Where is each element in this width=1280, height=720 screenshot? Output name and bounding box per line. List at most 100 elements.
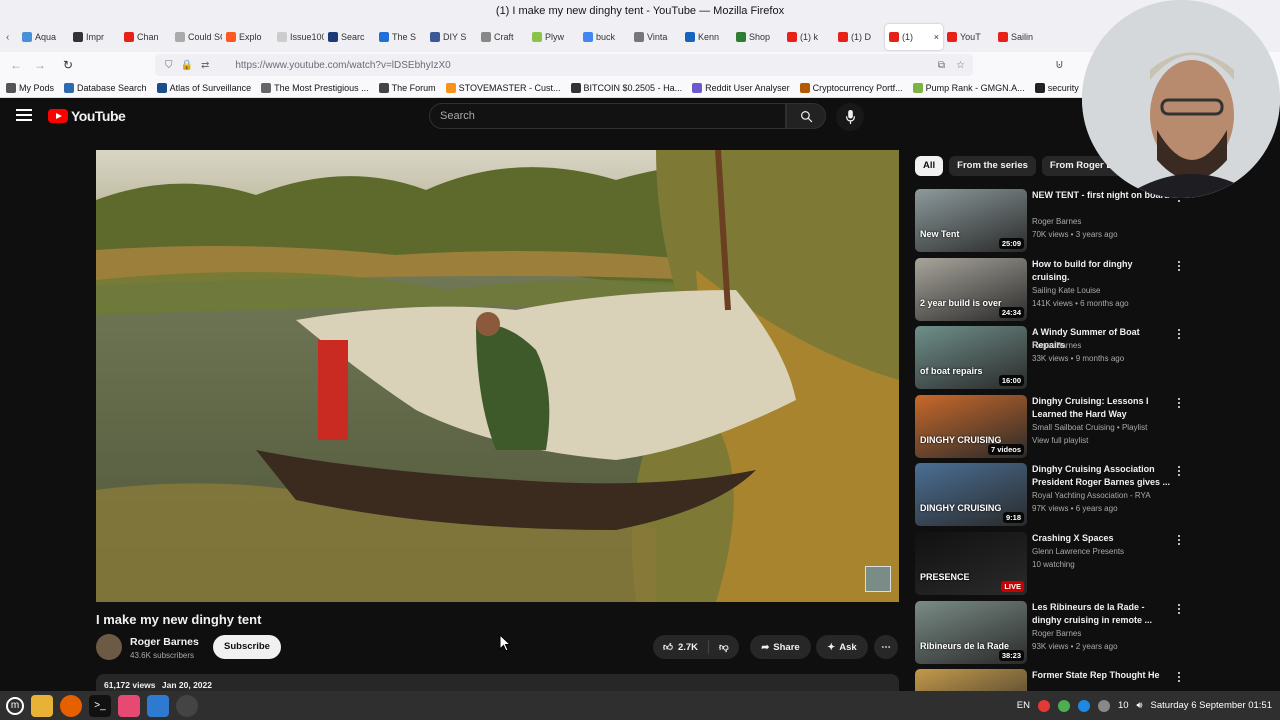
like-button[interactable]: 👍︎ 2.7K: [653, 640, 710, 654]
video-thumbnail[interactable]: PRESENCE LIVE: [915, 531, 1027, 595]
more-actions-button[interactable]: ⋯: [874, 635, 898, 659]
recommended-video[interactable]: of boat repairs 16:00 A Windy Summer of Bo…: [915, 326, 1185, 395]
bookmark-item[interactable]: security: [1034, 82, 1079, 93]
url-bar[interactable]: ⛉ 🔒 ⇄ https://www.youtube.com/watch?v=lD…: [155, 54, 973, 76]
dislike-button[interactable]: 👎︎: [709, 641, 739, 653]
text-editor-icon[interactable]: [147, 694, 169, 717]
recommended-video[interactable]: New Tent 25:09 NEW TENT - first night on b…: [915, 189, 1185, 258]
tray-chrome-icon[interactable]: [1057, 699, 1070, 712]
firefox-taskbar-icon[interactable]: [60, 694, 82, 717]
bookmark-star-icon[interactable]: ☆: [956, 60, 965, 71]
video-thumbnail[interactable]: of boat repairs 16:00: [915, 326, 1027, 390]
more-vertical-icon[interactable]: [1173, 465, 1185, 477]
more-vertical-icon[interactable]: [1173, 328, 1185, 340]
keyboard-layout[interactable]: EN: [1017, 700, 1030, 711]
tab-3[interactable]: Could SC: [171, 24, 222, 50]
back-icon[interactable]: ←: [4, 58, 28, 72]
app-icon[interactable]: [118, 694, 140, 717]
ask-button[interactable]: ✦ Ask: [816, 635, 868, 659]
tray-shield-icon[interactable]: [1097, 699, 1110, 712]
lock-icon[interactable]: 🔒: [181, 60, 193, 71]
tab-1[interactable]: Impr: [69, 24, 120, 50]
video-thumbnail[interactable]: 2 year build is over 24:34: [915, 257, 1027, 321]
tab-4[interactable]: Explo: [222, 24, 273, 50]
youtube-logo[interactable]: YouTube: [48, 108, 126, 124]
share-button[interactable]: ➦ Share: [750, 635, 811, 659]
bookmark-item[interactable]: Atlas of Surveillance: [156, 82, 251, 93]
video-thumbnail[interactable]: DINGHY CRUISING 7 videos: [915, 394, 1027, 458]
volume-level[interactable]: 10: [1118, 700, 1129, 711]
recommended-channel[interactable]: Roger Barnes: [1032, 341, 1081, 350]
tray-network-icon[interactable]: [1077, 699, 1090, 712]
tab-7[interactable]: The S: [375, 24, 426, 50]
recommended-channel[interactable]: Royal Yachting Association - RYA: [1032, 491, 1151, 500]
recommended-title[interactable]: Former State Rep Thought He: [1032, 669, 1172, 682]
recommended-title[interactable]: Les Ribineurs de la Rade - dinghy cruisi…: [1032, 601, 1172, 627]
bookmark-item[interactable]: STOVEMASTER - Cust...: [445, 82, 561, 93]
tab-15[interactable]: (1) k: [783, 24, 834, 50]
recommended-title[interactable]: Dinghy Cruising Association President Ro…: [1032, 463, 1172, 489]
subscribe-button[interactable]: Subscribe: [213, 635, 281, 659]
translate-icon[interactable]: ⧉: [938, 60, 945, 71]
close-tab-icon[interactable]: ×: [934, 32, 939, 42]
tab-16[interactable]: (1) D: [834, 24, 885, 50]
tab-19[interactable]: Sailin: [994, 24, 1045, 50]
tab-9[interactable]: Craft: [477, 24, 528, 50]
bookmark-item[interactable]: Pump Rank - GMGN.A...: [912, 82, 1025, 93]
filter-chip[interactable]: From the series: [949, 156, 1036, 176]
obs-icon[interactable]: [176, 694, 198, 717]
video-player[interactable]: [96, 150, 899, 602]
tab-17[interactable]: (1) ×: [885, 24, 943, 50]
tab-8[interactable]: DIY S: [426, 24, 477, 50]
bookmark-item[interactable]: Reddit User Analyser: [692, 82, 790, 93]
reload-icon[interactable]: ↻: [56, 58, 80, 72]
bookmark-item[interactable]: The Most Prestigious ...: [261, 82, 369, 93]
tray-app-icon[interactable]: [1037, 699, 1050, 712]
tab-14[interactable]: Shop: [732, 24, 783, 50]
tab-0[interactable]: Aqua: [18, 24, 69, 50]
tab-13[interactable]: Kenn: [681, 24, 732, 50]
url-text[interactable]: https://www.youtube.com/watch?v=lDSEbhyI…: [235, 60, 450, 71]
forward-icon[interactable]: →: [28, 58, 52, 72]
clock[interactable]: Saturday 6 September 01:51: [1151, 700, 1272, 711]
menu-icon[interactable]: [16, 109, 32, 121]
permissions-icon[interactable]: ⇄: [201, 60, 209, 71]
bookmark-item[interactable]: Cryptocurrency Portf...: [799, 82, 903, 93]
channel-watermark[interactable]: [865, 566, 891, 592]
tracking-shield-icon[interactable]: ⛉: [165, 60, 173, 71]
more-vertical-icon[interactable]: [1173, 260, 1185, 272]
recommended-title[interactable]: Crashing X Spaces: [1032, 532, 1172, 545]
tab-12[interactable]: Vinta: [630, 24, 681, 50]
video-thumbnail[interactable]: DINGHY CRUISING 9:18: [915, 463, 1027, 527]
recommended-video[interactable]: 2 year build is over 24:34 How to build fo…: [915, 257, 1185, 327]
tab-10[interactable]: Plyw: [528, 24, 579, 50]
recommended-video[interactable]: PRESENCE LIVE Crashing X Spaces Glenn Lawre…: [915, 531, 1185, 601]
recommended-channel[interactable]: Sailing Kate Louise: [1032, 286, 1101, 295]
mint-menu-icon[interactable]: m: [6, 696, 24, 715]
voice-search-button[interactable]: [836, 103, 864, 131]
more-vertical-icon[interactable]: [1173, 397, 1185, 409]
volume-icon[interactable]: 🔊︎: [1137, 700, 1143, 711]
recommended-video[interactable]: DINGHY CRUISING 7 videos Dinghy Cruising: …: [915, 394, 1185, 464]
recommended-channel[interactable]: Small Sailboat Cruising • Playlist: [1032, 423, 1147, 432]
tab-18[interactable]: YouT: [943, 24, 994, 50]
tab-2[interactable]: Chan: [120, 24, 171, 50]
more-vertical-icon[interactable]: [1173, 534, 1185, 546]
tab-5[interactable]: Issue100: [273, 24, 324, 50]
recommended-title[interactable]: Dinghy Cruising: Lessons I Learned the H…: [1032, 395, 1172, 421]
more-vertical-icon[interactable]: [1173, 671, 1185, 683]
bookmark-item[interactable]: Database Search: [64, 82, 147, 93]
filter-chip[interactable]: All: [915, 156, 944, 176]
terminal-icon[interactable]: >_: [89, 694, 111, 717]
recommended-video[interactable]: Former State Rep Thought He: [915, 669, 1185, 691]
recommended-video[interactable]: DINGHY CRUISING 9:18 Dinghy Cruising Assoc…: [915, 463, 1185, 532]
tab-scroll-left-icon[interactable]: ‹: [6, 32, 18, 43]
bookmark-item[interactable]: BITCOIN $0.2505 - Ha...: [570, 82, 682, 93]
file-manager-icon[interactable]: [31, 694, 53, 717]
channel-name[interactable]: Roger Barnes: [130, 636, 199, 648]
bookmark-item[interactable]: The Forum: [378, 82, 436, 93]
tab-6[interactable]: Searc: [324, 24, 375, 50]
search-input[interactable]: Search: [429, 103, 786, 129]
video-thumbnail[interactable]: New Tent 25:09: [915, 189, 1027, 252]
recommended-title[interactable]: How to build for dinghy cruising.: [1032, 258, 1172, 284]
